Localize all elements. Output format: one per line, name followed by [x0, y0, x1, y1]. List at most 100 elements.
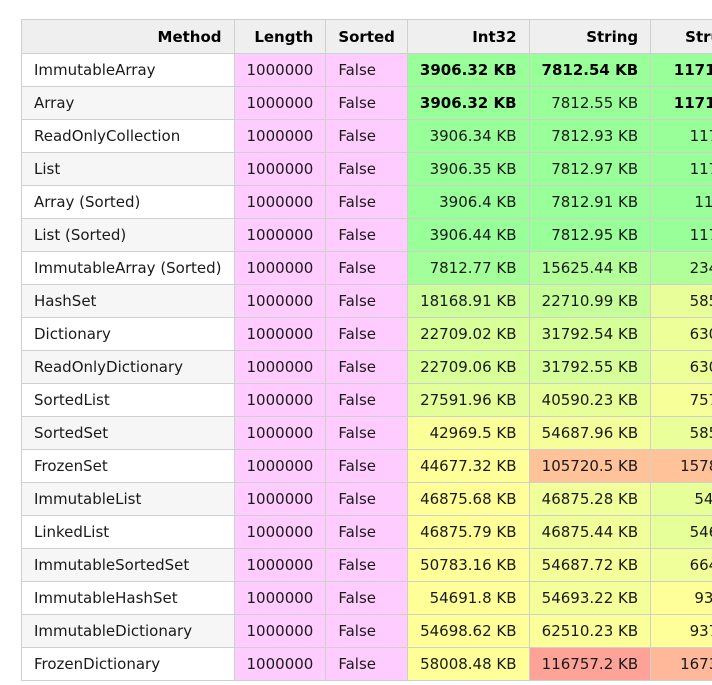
cell-method: ImmutableList — [21, 482, 235, 516]
cell-string: 54693.22 KB — [528, 581, 652, 615]
table-row: ReadOnlyDictionary 1000000 False 22709.06 K… — [21, 350, 712, 384]
table-row: ReadOnlyCollection 1000000 False 3906.34 KB… — [21, 119, 712, 153]
cell-length: 1000000 — [233, 185, 327, 219]
cell-sorted: False — [325, 53, 408, 87]
cell-sorted: False — [325, 152, 408, 186]
cell-sorted: False — [325, 416, 408, 450]
cell-length: 1000000 — [233, 614, 327, 648]
cell-length: 1000000 — [233, 53, 327, 87]
cell-int32: 54691.8 KB — [406, 581, 530, 615]
cell-string: 40590.23 KB — [528, 383, 652, 417]
cell-int32: 44677.32 KB — [406, 449, 530, 483]
header-sorted[interactable]: Sorted — [325, 19, 408, 54]
cell-method: ImmutableHashSet — [21, 581, 235, 615]
cell-string: 31792.54 KB — [528, 317, 652, 351]
cell-method: ImmutableArray — [21, 53, 235, 87]
table-row: Dictionary 1000000 False 22709.02 KB 31792.5… — [21, 317, 712, 351]
cell-string: 7812.55 KB — [528, 86, 652, 120]
header-method[interactable]: Method — [21, 19, 235, 54]
table-row: LinkedList 1000000 False 46875.79 KB 46875.4… — [21, 515, 712, 549]
cell-struct: 11718.8 — [650, 86, 712, 120]
cell-sorted: False — [325, 581, 408, 615]
cell-string: 7812.54 KB — [528, 53, 652, 87]
table-row: SortedSet 1000000 False 42969.5 KB 54687.96 … — [21, 416, 712, 450]
table-row: ImmutableHashSet 1000000 False 54691.8 KB 54… — [21, 581, 712, 615]
cell-string: 15625.44 KB — [528, 251, 652, 285]
cell-length: 1000000 — [233, 482, 327, 516]
cell-int32: 3906.44 KB — [406, 218, 530, 252]
cell-struct: 11718. — [650, 218, 712, 252]
results-table: Method Length Sorted Int32 String Struc … — [21, 19, 712, 681]
cell-sorted: False — [325, 647, 408, 681]
cell-length: 1000000 — [233, 251, 327, 285]
table-row: ImmutableDictionary 1000000 False 54698.62 … — [21, 614, 712, 648]
cell-struct: 58594. — [650, 416, 712, 450]
cell-string: 54687.72 KB — [528, 548, 652, 582]
cell-length: 1000000 — [233, 218, 327, 252]
cell-method: ImmutableDictionary — [21, 614, 235, 648]
cell-int32: 22709.06 KB — [406, 350, 530, 384]
cell-int32: 3906.32 KB — [406, 86, 530, 120]
cell-sorted: False — [325, 515, 408, 549]
cell-string: 46875.44 KB — [528, 515, 652, 549]
table-row: FrozenDictionary 1000000 False 58008.48 KB 1… — [21, 647, 712, 681]
cell-struct: 54688 — [650, 482, 712, 516]
cell-length: 1000000 — [233, 548, 327, 582]
cell-sorted: False — [325, 614, 408, 648]
cell-string: 62510.23 KB — [528, 614, 652, 648]
cell-sorted: False — [325, 317, 408, 351]
cell-sorted: False — [325, 449, 408, 483]
cell-method: HashSet — [21, 284, 235, 318]
cell-length: 1000000 — [233, 317, 327, 351]
cell-length: 1000000 — [233, 416, 327, 450]
cell-sorted: False — [325, 383, 408, 417]
cell-struct: 58517. — [650, 284, 712, 318]
cell-sorted: False — [325, 119, 408, 153]
cell-int32: 58008.48 KB — [406, 647, 530, 681]
cell-struct: 75753. — [650, 383, 712, 417]
cell-length: 1000000 — [233, 350, 327, 384]
cell-string: 7812.91 KB — [528, 185, 652, 219]
table-row: HashSet 1000000 False 18168.91 KB 22710.99 K… — [21, 284, 712, 318]
cell-int32: 3906.32 KB — [406, 53, 530, 87]
table-row: List1000000False3906.35 KB7812.97 KB1171… — [21, 152, 712, 186]
cell-method: Dictionary — [21, 317, 235, 351]
cell-length: 1000000 — [233, 449, 327, 483]
cell-struct: 167306. — [650, 647, 712, 681]
table-row: SortedList 1000000 False 27591.96 KB 40590.2… — [21, 383, 712, 417]
cell-string: 7812.97 KB — [528, 152, 652, 186]
cell-int32: 18168.91 KB — [406, 284, 530, 318]
table-body: ImmutableArray 1000000 False 3906.32 KB 7812… — [21, 53, 712, 681]
cell-length: 1000000 — [233, 515, 327, 549]
cell-method: Array — [21, 86, 235, 120]
header-struct[interactable]: Struc — [650, 19, 712, 54]
cell-int32: 3906.4 KB — [406, 185, 530, 219]
table-row: Array 1000000 False 3906.32 KB 7812.55 KB 117… — [21, 86, 712, 120]
table-row: ImmutableArray 1000000 False 3906.32 KB 7812… — [21, 53, 712, 87]
cell-int32: 46875.79 KB — [406, 515, 530, 549]
cell-method: ImmutableArray (Sorted) — [21, 251, 235, 285]
header-length[interactable]: Length — [233, 19, 327, 54]
cell-struct: 63058. — [650, 350, 712, 384]
cell-length: 1000000 — [233, 152, 327, 186]
cell-int32: 42969.5 KB — [406, 416, 530, 450]
cell-struct: 11718. — [650, 119, 712, 153]
cell-struct: 93794 — [650, 581, 712, 615]
cell-int32: 3906.34 KB — [406, 119, 530, 153]
cell-method: SortedList — [21, 383, 235, 417]
cell-method: List — [21, 152, 235, 186]
cell-method: SortedSet — [21, 416, 235, 450]
cell-int32: 27591.96 KB — [406, 383, 530, 417]
cell-method: FrozenSet — [21, 449, 235, 483]
cell-sorted: False — [325, 350, 408, 384]
cell-sorted: False — [325, 218, 408, 252]
cell-struct: 23437. — [650, 251, 712, 285]
cell-method: Array (Sorted) — [21, 185, 235, 219]
cell-sorted: False — [325, 86, 408, 120]
cell-method: List (Sorted) — [21, 218, 235, 252]
header-int32[interactable]: Int32 — [406, 19, 530, 54]
cell-sorted: False — [325, 548, 408, 582]
header-string[interactable]: String — [528, 19, 652, 54]
cell-method: ReadOnlyCollection — [21, 119, 235, 153]
cell-string: 22710.99 KB — [528, 284, 652, 318]
